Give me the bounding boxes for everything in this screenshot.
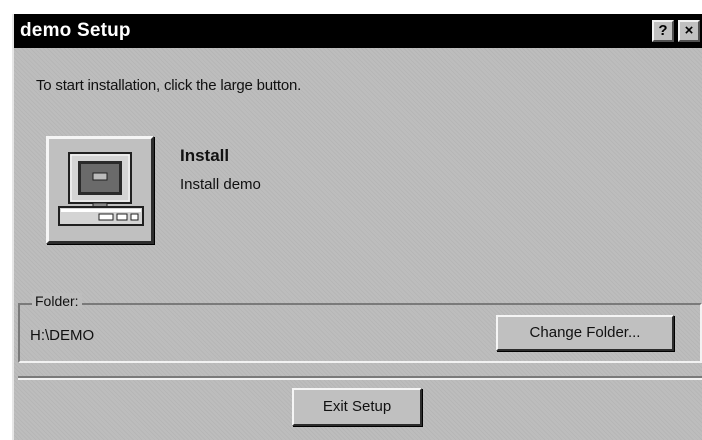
divider [18, 376, 702, 380]
window-title: demo Setup [20, 20, 131, 41]
install-button[interactable] [46, 136, 154, 244]
folder-label: Folder: [32, 293, 82, 309]
folder-group: Folder: H:\DEMO Change Folder... [18, 293, 702, 363]
setup-dialog: demo Setup ? × To start installation, cl… [12, 14, 702, 440]
change-folder-button[interactable]: Change Folder... [496, 315, 674, 351]
exit-setup-button[interactable]: Exit Setup [292, 388, 422, 426]
instruction-text: To start installation, click the large b… [36, 77, 302, 94]
help-button[interactable]: ? [652, 20, 674, 42]
install-title: Install [180, 146, 230, 165]
title-bar[interactable]: demo Setup ? × [14, 14, 702, 48]
close-button[interactable]: × [678, 20, 700, 42]
computer-icon [58, 152, 144, 226]
folder-path: H:\DEMO [30, 327, 95, 344]
page: demo Setup ? × To start installation, cl… [0, 0, 702, 440]
install-description: Install demo [180, 176, 261, 193]
